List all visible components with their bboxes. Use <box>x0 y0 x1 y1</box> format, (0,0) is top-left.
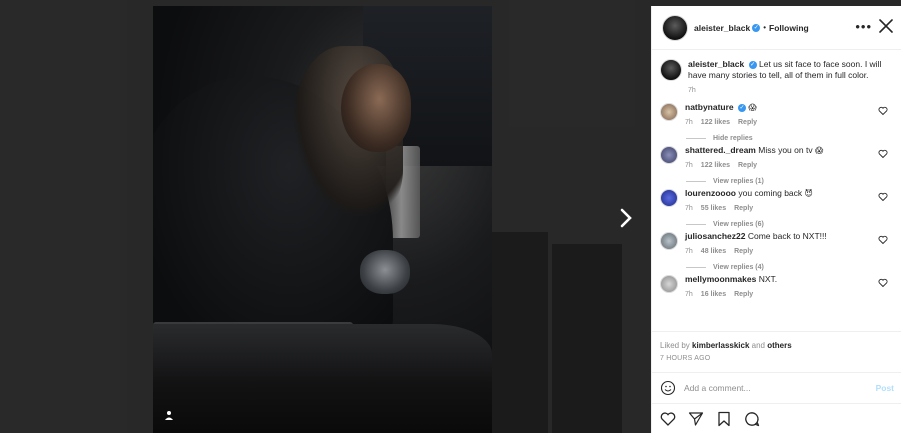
view-replies-button[interactable]: View replies (1) <box>686 178 892 185</box>
bookmark-icon[interactable] <box>716 411 732 427</box>
post-button[interactable]: Post <box>876 383 894 393</box>
avatar[interactable] <box>660 103 678 121</box>
comment-time[interactable]: 7h <box>685 291 693 298</box>
reply-button[interactable]: Reply <box>734 291 753 298</box>
likes-prefix: Liked by <box>660 341 690 350</box>
comment-item: natbynature ✓ 😱 7h 122 likes Reply <box>660 102 892 128</box>
more-options-icon[interactable]: ••• <box>855 19 872 34</box>
couch <box>153 324 492 433</box>
verified-badge-icon: ✓ <box>752 23 761 32</box>
paper-plane-icon[interactable] <box>688 411 704 427</box>
comment-item: juliosanchez22 Come back to NXT!!! 7h 48 … <box>660 231 892 257</box>
heart-icon[interactable] <box>878 106 888 116</box>
post-header: aleister_black ✓ • Following ••• <box>652 6 901 50</box>
comment-emoji: 😱 <box>748 103 757 112</box>
verified-badge-icon: ✓ <box>748 60 757 69</box>
comment-item: shattered._dream Miss you on tv 😱 7h 122 … <box>660 145 892 171</box>
caption-time[interactable]: 7h <box>688 87 696 94</box>
close-icon[interactable] <box>878 18 894 34</box>
chevron-right-icon[interactable] <box>617 208 635 228</box>
comment-text: NXT. <box>758 274 778 284</box>
avatar[interactable] <box>662 14 688 41</box>
reply-button[interactable]: Reply <box>734 248 753 255</box>
avatar[interactable] <box>660 275 678 293</box>
verified-badge-icon: ✓ <box>738 103 747 112</box>
heart-icon[interactable] <box>660 411 676 427</box>
comment-time[interactable]: 7h <box>685 205 693 212</box>
comment-likes[interactable]: 16 likes <box>701 291 726 298</box>
comment-item: mellymoonmakes NXT. 7h 16 likes Reply <box>660 274 892 300</box>
comment-composer: Post <box>652 372 901 402</box>
avatar[interactable] <box>660 232 678 250</box>
comment-time[interactable]: 7h <box>685 119 693 126</box>
reply-button[interactable]: Reply <box>734 205 753 212</box>
likes-summary: Liked by kimberlasskick and others 7 Hou… <box>652 331 901 371</box>
view-replies-button[interactable]: View replies (6) <box>686 221 892 228</box>
comment-bubble-icon[interactable] <box>744 411 760 427</box>
heart-icon[interactable] <box>878 192 888 202</box>
reply-button[interactable]: Reply <box>738 119 757 126</box>
comment-emoji: 😱 <box>814 146 824 155</box>
heart-icon[interactable] <box>878 278 888 288</box>
post-timestamp[interactable]: 7 Hours Ago <box>660 355 894 362</box>
figure-head <box>341 64 411 152</box>
comment-input[interactable] <box>684 382 876 393</box>
post-photo <box>153 6 492 433</box>
post-caption: aleister_black ✓ Let us sit face to face… <box>660 59 892 96</box>
comment-username[interactable]: shattered._dream <box>685 145 756 155</box>
comment-emoji: 😈 <box>804 189 813 198</box>
comment-time[interactable]: 7h <box>685 248 693 255</box>
view-replies-button[interactable]: View replies (4) <box>686 264 892 271</box>
comment-text: you coming back <box>738 188 803 198</box>
comment-likes[interactable]: 122 likes <box>701 119 730 126</box>
likes-middle: and <box>751 341 765 350</box>
heart-icon[interactable] <box>878 235 888 245</box>
smiley-icon[interactable] <box>660 380 676 396</box>
comment-username[interactable]: natbynature <box>685 102 734 112</box>
separator-dot: • <box>763 23 767 32</box>
comment-likes[interactable]: 55 likes <box>701 205 726 212</box>
comments-list[interactable]: aleister_black ✓ Let us sit face to face… <box>652 51 901 331</box>
reply-button[interactable]: Reply <box>738 162 757 169</box>
post-side-panel: aleister_black ✓ • Following ••• aleiste… <box>651 6 901 433</box>
comment-username[interactable]: lourenzoooo <box>685 188 736 198</box>
avatar[interactable] <box>660 146 678 164</box>
heart-icon[interactable] <box>878 149 888 159</box>
post-author-username[interactable]: aleister_black <box>694 23 750 33</box>
caption-username[interactable]: aleister_black <box>688 59 744 69</box>
liked-by-others[interactable]: others <box>767 341 791 350</box>
comment-likes[interactable]: 122 likes <box>701 162 730 169</box>
post-actions <box>652 403 901 433</box>
liked-by-user[interactable]: kimberlasskick <box>692 341 749 350</box>
user-tag-icon[interactable] <box>163 410 175 422</box>
comment-time[interactable]: 7h <box>685 162 693 169</box>
comment-username[interactable]: mellymoonmakes <box>685 274 756 284</box>
comment-item: lourenzoooo you coming back 😈 7h 55 likes… <box>660 188 892 214</box>
comment-text: Miss you on tv <box>758 145 813 155</box>
avatar[interactable] <box>660 59 682 81</box>
comment-text: Come back to NXT!!! <box>747 231 827 241</box>
tattooed-hand <box>360 250 410 294</box>
avatar[interactable] <box>660 189 678 207</box>
following-button[interactable]: Following <box>769 23 809 33</box>
comment-likes[interactable]: 48 likes <box>701 248 726 255</box>
hide-replies-button[interactable]: Hide replies <box>686 135 892 142</box>
comment-username[interactable]: juliosanchez22 <box>685 231 745 241</box>
